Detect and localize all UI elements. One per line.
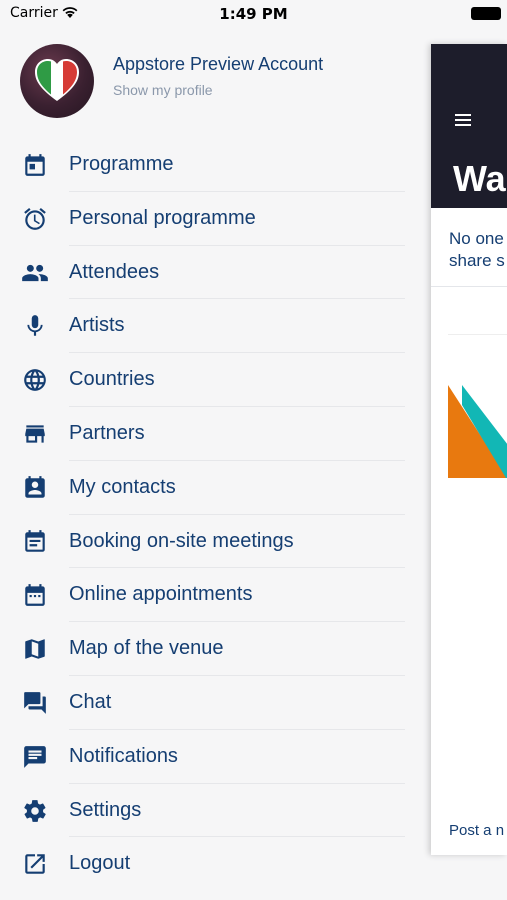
- home-indicator: [0, 888, 507, 900]
- status-bar: Carrier 1:49 PM: [0, 0, 507, 30]
- menu-item-notifications[interactable]: Notifications: [0, 730, 420, 784]
- panel-message-line: share s: [449, 251, 505, 270]
- menu-item-my-contacts[interactable]: My contacts: [0, 461, 420, 515]
- menu-item-online-appointments[interactable]: Online appointments: [0, 568, 420, 623]
- panel-message: No one share s: [449, 228, 505, 272]
- menu-item-label: Programme: [69, 153, 174, 175]
- gear-icon: [21, 797, 49, 825]
- calendar-icon: [21, 151, 49, 179]
- people-icon: [21, 259, 49, 287]
- battery-icon: [471, 7, 501, 20]
- menu-item-label: Personal programme: [69, 206, 256, 229]
- post-message-button[interactable]: Post a n: [449, 822, 504, 839]
- menu-item-label: Settings: [69, 798, 142, 821]
- menu-item-label: Online appointments: [69, 583, 253, 606]
- menu-item-attendees[interactable]: Attendees: [0, 246, 420, 300]
- menu-item-artists[interactable]: Artists: [0, 299, 420, 354]
- menu-item-label: Countries: [69, 368, 155, 391]
- menu-item-booking-on-site-meetings[interactable]: Booking on-site meetings: [0, 515, 420, 569]
- menu-item-label: Partners: [69, 421, 145, 444]
- chat-bubbles-icon: [21, 689, 49, 717]
- menu-item-countries[interactable]: Countries: [0, 353, 420, 407]
- menu-item-settings[interactable]: Settings: [0, 784, 420, 838]
- avatar[interactable]: [20, 44, 94, 118]
- profile-name[interactable]: Appstore Preview Account: [113, 54, 323, 75]
- panel-header: Wa: [431, 44, 507, 208]
- event-note-icon: [21, 528, 49, 556]
- logout-icon: [21, 850, 49, 878]
- menu-item-logout[interactable]: Logout: [0, 837, 420, 891]
- status-time: 1:49 PM: [219, 5, 288, 23]
- menu-item-personal-programme[interactable]: Personal programme: [0, 192, 420, 246]
- menu-item-label: Attendees: [69, 260, 160, 283]
- panel-message-line: No one: [449, 229, 504, 248]
- menu-item-chat[interactable]: Chat: [0, 676, 420, 730]
- menu-item-label: Notifications: [69, 744, 178, 767]
- contact-card-icon: [21, 474, 49, 502]
- profile-header[interactable]: Appstore Preview Account Show my profile: [20, 44, 400, 120]
- show-profile-link[interactable]: Show my profile: [113, 82, 213, 98]
- map-icon: [21, 635, 49, 663]
- divider: [431, 286, 507, 287]
- heart-italian-flag-icon: [35, 59, 79, 101]
- post-image: [448, 334, 507, 478]
- post-image-graphic: [448, 385, 507, 478]
- panel-title: Wa: [453, 158, 506, 199]
- side-menu: Programme Personal programme Attendees A…: [0, 138, 420, 891]
- menu-item-label: Booking on-site meetings: [69, 529, 294, 552]
- menu-item-map-of-the-venue[interactable]: Map of the venue: [0, 622, 420, 676]
- menu-item-label: Map of the venue: [69, 637, 224, 660]
- store-icon: [21, 420, 49, 448]
- main-content-panel[interactable]: Wa No one share s Post a n: [431, 44, 507, 855]
- menu-item-label: Chat: [69, 690, 112, 713]
- hamburger-menu-icon[interactable]: [455, 114, 471, 126]
- message-icon: [21, 743, 49, 771]
- microphone-icon: [21, 312, 49, 340]
- menu-item-label: Logout: [69, 852, 131, 875]
- menu-item-partners[interactable]: Partners: [0, 407, 420, 461]
- menu-item-label: My contacts: [69, 475, 176, 498]
- calendar-dots-icon: [21, 581, 49, 609]
- globe-icon: [21, 366, 49, 394]
- menu-item-label: Artists: [69, 314, 125, 337]
- alarm-clock-icon: [21, 205, 49, 233]
- menu-item-programme[interactable]: Programme: [0, 138, 420, 192]
